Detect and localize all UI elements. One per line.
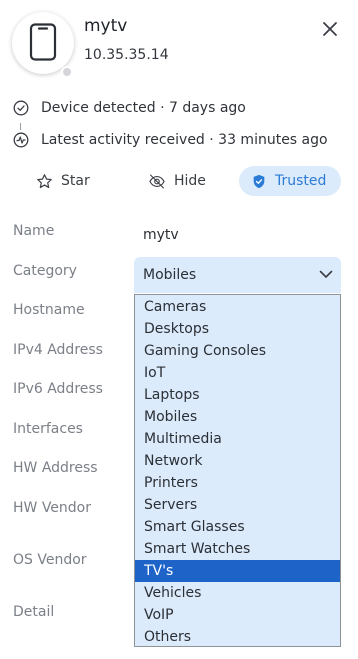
option-printers[interactable]: Printers bbox=[135, 472, 340, 494]
trusted-label: Trusted bbox=[275, 173, 327, 189]
hide-button[interactable]: Hide bbox=[148, 166, 206, 196]
category-select[interactable]: Mobiles bbox=[134, 257, 341, 293]
timeline-item-detected: Device detected · 7 days ago bbox=[13, 92, 328, 124]
close-button[interactable] bbox=[320, 19, 340, 39]
option-desktops[interactable]: Desktops bbox=[135, 318, 340, 340]
check-circle-icon bbox=[13, 100, 29, 116]
option-cameras[interactable]: Cameras bbox=[135, 296, 340, 318]
name-value[interactable]: mytv bbox=[143, 227, 179, 243]
shield-check-icon bbox=[253, 174, 265, 188]
activity-icon bbox=[13, 132, 29, 148]
category-dropdown: Cameras Desktops Gaming Consoles IoT Lap… bbox=[134, 294, 341, 647]
timeline-text: Latest activity received · 33 minutes ag… bbox=[41, 132, 328, 148]
option-laptops[interactable]: Laptops bbox=[135, 384, 340, 406]
action-bar: Star Hide Trusted bbox=[0, 166, 358, 196]
option-smart-glasses[interactable]: Smart Glasses bbox=[135, 516, 340, 538]
eye-off-icon bbox=[149, 174, 165, 188]
device-ip: 10.35.35.14 bbox=[84, 47, 169, 63]
activity-timeline: Device detected · 7 days ago Latest acti… bbox=[13, 92, 328, 156]
option-smart-watches[interactable]: Smart Watches bbox=[135, 538, 340, 560]
name-label: Name bbox=[13, 223, 55, 239]
phone-icon bbox=[29, 23, 57, 61]
ipv4-label: IPv4 Address bbox=[13, 342, 103, 358]
device-avatar bbox=[12, 12, 74, 78]
close-icon bbox=[323, 22, 337, 36]
timeline-item-latest-activity: Latest activity received · 33 minutes ag… bbox=[13, 124, 328, 156]
option-vehicles[interactable]: Vehicles bbox=[135, 582, 340, 604]
option-tvs[interactable]: TV's bbox=[135, 560, 340, 582]
category-label: Category bbox=[13, 263, 77, 279]
ipv6-label: IPv6 Address bbox=[13, 381, 103, 397]
option-iot[interactable]: IoT bbox=[135, 362, 340, 384]
star-label: Star bbox=[61, 173, 90, 189]
hide-label: Hide bbox=[174, 173, 206, 189]
trusted-button[interactable]: Trusted bbox=[239, 166, 341, 196]
os-vendor-label: OS Vendor bbox=[13, 552, 87, 568]
option-network[interactable]: Network bbox=[135, 450, 340, 472]
option-others[interactable]: Others bbox=[135, 626, 340, 648]
interfaces-label: Interfaces bbox=[13, 421, 83, 437]
option-voip[interactable]: VoIP bbox=[135, 604, 340, 626]
timeline-connector bbox=[20, 123, 21, 130]
hostname-label: Hostname bbox=[13, 302, 85, 318]
device-name: mytv bbox=[84, 16, 128, 36]
option-multimedia[interactable]: Multimedia bbox=[135, 428, 340, 450]
chevron-down-icon bbox=[319, 270, 333, 278]
status-dot bbox=[61, 66, 73, 78]
option-mobiles[interactable]: Mobiles bbox=[135, 406, 340, 428]
option-servers[interactable]: Servers bbox=[135, 494, 340, 516]
detail-label: Detail bbox=[13, 604, 55, 620]
timeline-text: Device detected · 7 days ago bbox=[41, 100, 246, 116]
hw-address-label: HW Address bbox=[13, 460, 98, 476]
star-button[interactable]: Star bbox=[36, 166, 90, 196]
category-selected-value: Mobiles bbox=[143, 267, 197, 283]
star-icon bbox=[37, 173, 52, 188]
option-gaming-consoles[interactable]: Gaming Consoles bbox=[135, 340, 340, 362]
hw-vendor-label: HW Vendor bbox=[13, 500, 92, 516]
